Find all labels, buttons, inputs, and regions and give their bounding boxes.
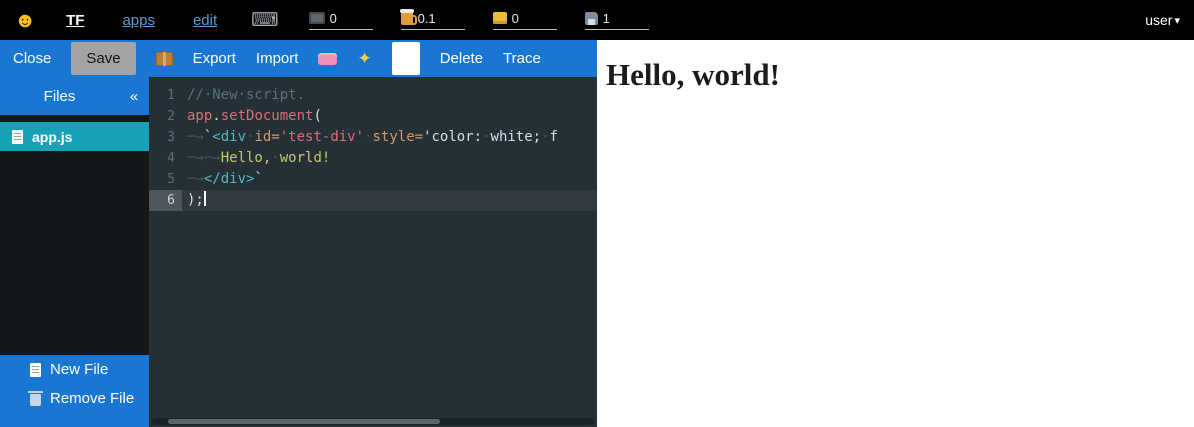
monitor-stat[interactable]: 0 — [309, 11, 373, 30]
new-file-button[interactable]: New File — [0, 355, 149, 384]
text-cursor — [204, 191, 206, 206]
editor-line-5[interactable]: 5─→</div>` — [149, 169, 597, 190]
files-header: Files — [0, 88, 119, 105]
money-value: 0 — [512, 11, 519, 26]
brand-link[interactable]: TF — [66, 12, 84, 29]
beer-stat[interactable]: 0.1 — [401, 11, 465, 30]
new-file-label: New File — [50, 361, 108, 378]
delete-button[interactable]: Delete — [440, 50, 483, 67]
line-number: 6 — [149, 190, 182, 211]
file-icon — [12, 130, 23, 144]
file-list: app.js — [0, 115, 149, 355]
editor-lines: 1//·New·script.2app.setDocument(3─→`<div… — [149, 85, 597, 211]
trace-button[interactable]: Trace — [503, 50, 541, 67]
monitor-value: 0 — [330, 11, 337, 26]
line-code: ─→─→Hello,·world! — [182, 148, 330, 169]
line-code: //·New·script. — [182, 85, 305, 106]
editor-horizontal-scrollbar[interactable] — [152, 418, 594, 425]
soap-icon — [318, 53, 337, 65]
smiley-logo-icon[interactable]: ☻ — [14, 10, 36, 31]
sidebar: Files « app.js New File Remove File — [0, 77, 149, 427]
collapse-sidebar-button[interactable]: « — [119, 88, 149, 105]
editor-line-2[interactable]: 2app.setDocument( — [149, 106, 597, 127]
preview-heading: Hello, world! — [606, 57, 1194, 93]
editor-line-3[interactable]: 3─→`<div·id='test-div'·style='color:·whi… — [149, 127, 597, 148]
app-window: ☻ TF apps edit ⌨ 0 0.1 0 1 user▾ Close Save E… — [0, 0, 1194, 427]
beer-icon — [401, 12, 413, 25]
sidebar-footer — [0, 413, 149, 427]
sparkles-button[interactable]: ✦ — [357, 50, 371, 67]
package-button[interactable] — [156, 52, 173, 66]
package-icon — [156, 52, 173, 66]
monitor-icon — [309, 12, 325, 24]
nav-link-edit[interactable]: edit — [193, 12, 217, 29]
soap-button[interactable] — [318, 53, 337, 65]
user-menu[interactable]: user▾ — [1145, 12, 1180, 28]
line-code: ); — [182, 190, 206, 211]
main-area: Close Save Export Import ✦ Delete Trace Files … — [0, 40, 1194, 427]
caret-down-icon: ▾ — [1174, 14, 1180, 27]
file-item-app.js[interactable]: app.js — [0, 122, 149, 151]
preview-pane: Hello, world! — [597, 40, 1194, 427]
page-icon — [30, 363, 41, 377]
floppy-icon — [585, 12, 598, 25]
line-number: 3 — [149, 127, 182, 148]
editor-line-4[interactable]: 4─→─→Hello,·world! — [149, 148, 597, 169]
editor-line-6[interactable]: 6); — [149, 190, 597, 211]
beer-value: 0.1 — [418, 11, 436, 26]
code-editor[interactable]: 1//·New·script.2app.setDocument(3─→`<div… — [149, 77, 597, 427]
trash-icon — [30, 394, 41, 406]
floppy-stat[interactable]: 1 — [585, 11, 649, 30]
line-number: 2 — [149, 106, 182, 127]
floppy-value: 1 — [603, 11, 610, 26]
scrollbar-thumb[interactable] — [168, 419, 440, 424]
money-icon — [493, 12, 507, 24]
user-label: user — [1145, 12, 1172, 28]
line-code: app.setDocument( — [182, 106, 322, 127]
line-number: 5 — [149, 169, 182, 190]
file-name: app.js — [32, 129, 72, 145]
sparkles-icon: ✦ — [357, 50, 371, 67]
toolbar: Close Save Export Import ✦ Delete Trace — [0, 40, 597, 77]
editor-line-1[interactable]: 1//·New·script. — [149, 85, 597, 106]
export-button[interactable]: Export — [193, 50, 236, 67]
line-code: ─→</div>` — [182, 169, 263, 190]
line-code: ─→`<div·id='test-div'·style='color:·whit… — [182, 127, 558, 148]
import-button[interactable]: Import — [256, 50, 299, 67]
save-button[interactable]: Save — [71, 42, 135, 75]
remove-file-button[interactable]: Remove File — [0, 384, 149, 413]
close-button[interactable]: Close — [13, 50, 51, 67]
line-number: 1 — [149, 85, 182, 106]
sidebar-actions: New File Remove File — [0, 355, 149, 413]
nav-link-apps[interactable]: apps — [122, 12, 155, 29]
keyboard-icon[interactable]: ⌨ — [251, 11, 278, 30]
files-panel-header: Files « — [0, 77, 149, 115]
top-bar: ☻ TF apps edit ⌨ 0 0.1 0 1 user▾ — [0, 0, 1194, 40]
topbar-stats: 0 0.1 0 1 — [309, 11, 649, 30]
color-swatch-button[interactable] — [392, 42, 420, 75]
line-number: 4 — [149, 148, 182, 169]
editor-pane: Close Save Export Import ✦ Delete Trace Files … — [0, 40, 597, 427]
remove-file-label: Remove File — [50, 390, 134, 407]
money-stat[interactable]: 0 — [493, 11, 557, 30]
workspace: Files « app.js New File Remove File 1//·N… — [0, 77, 597, 427]
